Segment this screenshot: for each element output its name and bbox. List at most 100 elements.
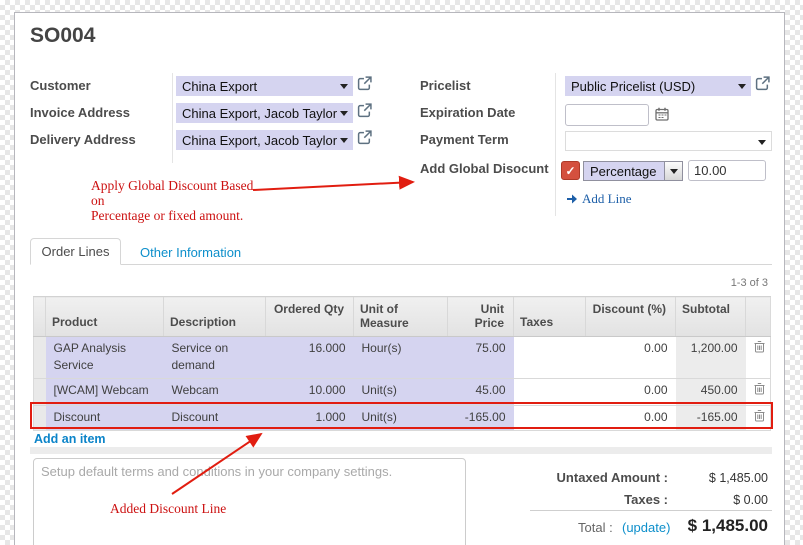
annotation-line: Apply Global Discount Based on — [91, 179, 266, 209]
total-value: $ 1,485.00 — [628, 516, 768, 536]
col-product[interactable]: Product — [46, 297, 164, 337]
col-unit-price[interactable]: Unit Price — [448, 297, 514, 337]
cell-qty[interactable]: 16.000 — [266, 337, 354, 379]
handle-column-header — [34, 297, 46, 337]
col-subtotal[interactable]: Subtotal — [676, 297, 746, 337]
order-line-row-discount[interactable]: Discount Discount 1.000 Unit(s) -165.00 … — [34, 405, 771, 430]
discount-type-select[interactable]: Percentage — [583, 161, 683, 181]
col-unit-of-measure[interactable]: Unit of Measure — [354, 297, 448, 337]
tab-divider — [30, 264, 772, 265]
cell-price[interactable]: 45.00 — [448, 378, 514, 405]
trash-icon — [754, 340, 765, 353]
row-handle[interactable] — [34, 405, 46, 430]
table-header-row: Product Description Ordered Qty Unit of … — [34, 297, 771, 337]
chevron-down-icon — [340, 138, 348, 143]
row-handle[interactable] — [34, 337, 46, 379]
order-line-row[interactable]: [WCAM] Webcam Webcam 10.000 Unit(s) 45.0… — [34, 378, 771, 405]
cell-description[interactable]: Service on demand — [164, 337, 266, 379]
invoice-address-external-link-icon[interactable] — [357, 103, 372, 123]
global-discount-label: Add Global Disocunt — [420, 161, 549, 176]
annotation-global-discount: Apply Global Discount Based on Percentag… — [91, 179, 266, 224]
cell-uom[interactable]: Hour(s) — [354, 337, 448, 379]
cell-discount[interactable]: 0.00 — [586, 378, 676, 405]
trash-icon — [754, 382, 765, 395]
sales-order-form: SO004 Customer Invoice Address Delivery … — [14, 12, 785, 545]
tab-label: Order Lines — [42, 244, 110, 259]
cell-qty[interactable]: 1.000 — [266, 405, 354, 430]
cell-qty[interactable]: 10.000 — [266, 378, 354, 405]
delivery-address-label: Delivery Address — [30, 132, 136, 147]
tab-other-information[interactable]: Other Information — [140, 245, 241, 260]
cell-price[interactable]: 75.00 — [448, 337, 514, 379]
global-discount-checkbox[interactable]: ✓ — [561, 161, 580, 180]
totals-divider — [530, 510, 772, 511]
chevron-down-icon — [340, 84, 348, 89]
pricelist-select[interactable]: Public Pricelist (USD) — [565, 76, 751, 96]
customer-value: China Export — [182, 79, 257, 94]
annotation-line: Percentage or fixed amount. — [91, 209, 266, 224]
global-discount-value-input[interactable] — [688, 160, 766, 181]
untaxed-amount-value: $ 1,485.00 — [668, 471, 768, 485]
pricelist-label: Pricelist — [420, 78, 471, 93]
cell-description[interactable]: Webcam — [164, 378, 266, 405]
cell-subtotal: 1,200.00 — [676, 337, 746, 379]
taxes-value: $ 0.00 — [668, 493, 768, 507]
cell-taxes[interactable] — [514, 405, 586, 430]
col-discount[interactable]: Discount (%) — [586, 297, 676, 337]
cell-taxes[interactable] — [514, 378, 586, 405]
chevron-down-icon — [738, 84, 746, 89]
cell-product[interactable]: Discount — [46, 405, 164, 430]
untaxed-amount-label: Untaxed Amount : — [488, 470, 668, 485]
pricelist-external-link-icon[interactable] — [755, 76, 770, 96]
customer-select[interactable]: China Export — [176, 76, 353, 96]
order-line-row[interactable]: GAP Analysis Service Service on demand 1… — [34, 337, 771, 379]
tab-order-lines[interactable]: Order Lines — [30, 238, 121, 265]
customer-label: Customer — [30, 78, 91, 93]
delete-row-button[interactable] — [746, 378, 771, 405]
add-line-link[interactable]: Add Line — [567, 191, 631, 207]
cell-uom[interactable]: Unit(s) — [354, 405, 448, 430]
row-handle[interactable] — [34, 378, 46, 405]
invoice-address-value: China Export, Jacob Taylor — [182, 106, 337, 121]
cell-uom[interactable]: Unit(s) — [354, 378, 448, 405]
delete-row-button[interactable] — [746, 337, 771, 379]
trash-icon — [754, 409, 765, 422]
expiration-date-label: Expiration Date — [420, 105, 515, 120]
col-taxes[interactable]: Taxes — [514, 297, 586, 337]
cell-subtotal: 450.00 — [676, 378, 746, 405]
terms-textarea[interactable] — [33, 458, 466, 545]
page-title: SO004 — [30, 24, 95, 48]
cell-discount[interactable]: 0.00 — [586, 405, 676, 430]
arrow-right-icon — [567, 194, 578, 204]
payment-term-select[interactable] — [565, 131, 772, 151]
discount-type-value: Percentage — [584, 162, 664, 180]
cell-discount[interactable]: 0.00 — [586, 337, 676, 379]
annotation-discount-line: Added Discount Line — [110, 502, 226, 517]
cell-product[interactable]: GAP Analysis Service — [46, 337, 164, 379]
cell-description[interactable]: Discount — [164, 405, 266, 430]
cell-product[interactable]: [WCAM] Webcam — [46, 378, 164, 405]
invoice-address-select[interactable]: China Export, Jacob Taylor — [176, 103, 353, 123]
col-description[interactable]: Description — [164, 297, 266, 337]
cell-taxes[interactable] — [514, 337, 586, 379]
arrow-to-global-discount — [253, 182, 413, 190]
customer-external-link-icon[interactable] — [357, 76, 372, 96]
delete-row-button[interactable] — [746, 405, 771, 430]
delivery-address-external-link-icon[interactable] — [357, 130, 372, 150]
screen-background: SO004 Customer Invoice Address Delivery … — [0, 0, 803, 545]
add-line-label: Add Line — [582, 191, 631, 207]
cell-price[interactable]: -165.00 — [448, 405, 514, 430]
pager: 1-3 of 3 — [731, 277, 768, 289]
chevron-down-icon — [664, 162, 682, 180]
add-an-item-link[interactable]: Add an item — [34, 432, 106, 446]
delivery-address-select[interactable]: China Export, Jacob Taylor — [176, 130, 353, 150]
label-field-divider — [555, 73, 556, 216]
delivery-address-value: China Export, Jacob Taylor — [182, 133, 337, 148]
col-ordered-qty[interactable]: Ordered Qty — [266, 297, 354, 337]
pricelist-value: Public Pricelist (USD) — [571, 79, 695, 94]
chevron-down-icon — [758, 140, 766, 145]
tab-label: Other Information — [140, 245, 241, 260]
payment-term-label: Payment Term — [420, 132, 509, 147]
expiration-date-input[interactable] — [565, 104, 649, 126]
calendar-icon[interactable] — [655, 107, 669, 126]
